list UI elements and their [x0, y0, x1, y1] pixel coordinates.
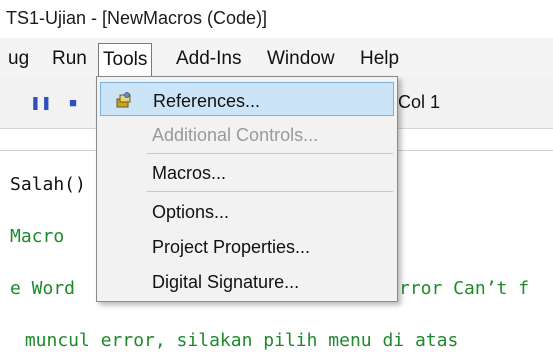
code-line-3-tail: rror Can’t f [399, 278, 530, 299]
pause-icon[interactable]: ❚❚ [30, 94, 52, 112]
menu-item-label: Project Properties... [152, 237, 311, 257]
menu-item-label: Digital Signature... [152, 272, 300, 292]
menu-item-macros[interactable]: Macros... [100, 155, 394, 189]
menu-bar: ug Run Tools Add-Ins Window Help [0, 38, 553, 78]
cursor-position: Col 1 [398, 92, 441, 112]
menu-tools[interactable]: Tools [98, 43, 153, 77]
menu-item-project-properties[interactable]: Project Properties... [100, 229, 394, 263]
window-title: TS1-Ujian - [NewMacros (Code)] [6, 8, 268, 28]
menu-separator [147, 191, 393, 192]
menu-item-additional-controls: Additional Controls... [100, 117, 394, 151]
menu-add-ins[interactable]: Add-Ins [172, 45, 245, 73]
menu-run[interactable]: Run [48, 45, 91, 73]
stop-icon[interactable]: ■ [64, 94, 82, 112]
code-line-2: Macro [10, 226, 65, 247]
code-line-3: e Word [10, 278, 76, 299]
menu-item-label: Options... [152, 202, 230, 222]
menu-separator [147, 153, 393, 154]
code-line-4: muncul error, silakan pilih menu di atas [14, 330, 459, 351]
window-title-bar: TS1-Ujian - [NewMacros (Code)] [0, 0, 553, 36]
tools-dropdown-menu: References... Additional Controls... Mac… [96, 76, 398, 302]
menu-item-label: Additional Controls... [152, 125, 319, 145]
menu-item-references[interactable]: References... [100, 82, 394, 116]
menu-item-label: Macros... [152, 163, 227, 183]
code-line-1: Salah() [10, 174, 86, 195]
references-icon [116, 92, 131, 108]
menu-help[interactable]: Help [356, 45, 403, 73]
menu-item-label: References... [153, 91, 261, 111]
menu-item-options[interactable]: Options... [100, 194, 394, 228]
menu-debug[interactable]: ug [4, 45, 33, 73]
menu-window[interactable]: Window [263, 45, 339, 73]
menu-item-digital-signature[interactable]: Digital Signature... [100, 264, 394, 298]
